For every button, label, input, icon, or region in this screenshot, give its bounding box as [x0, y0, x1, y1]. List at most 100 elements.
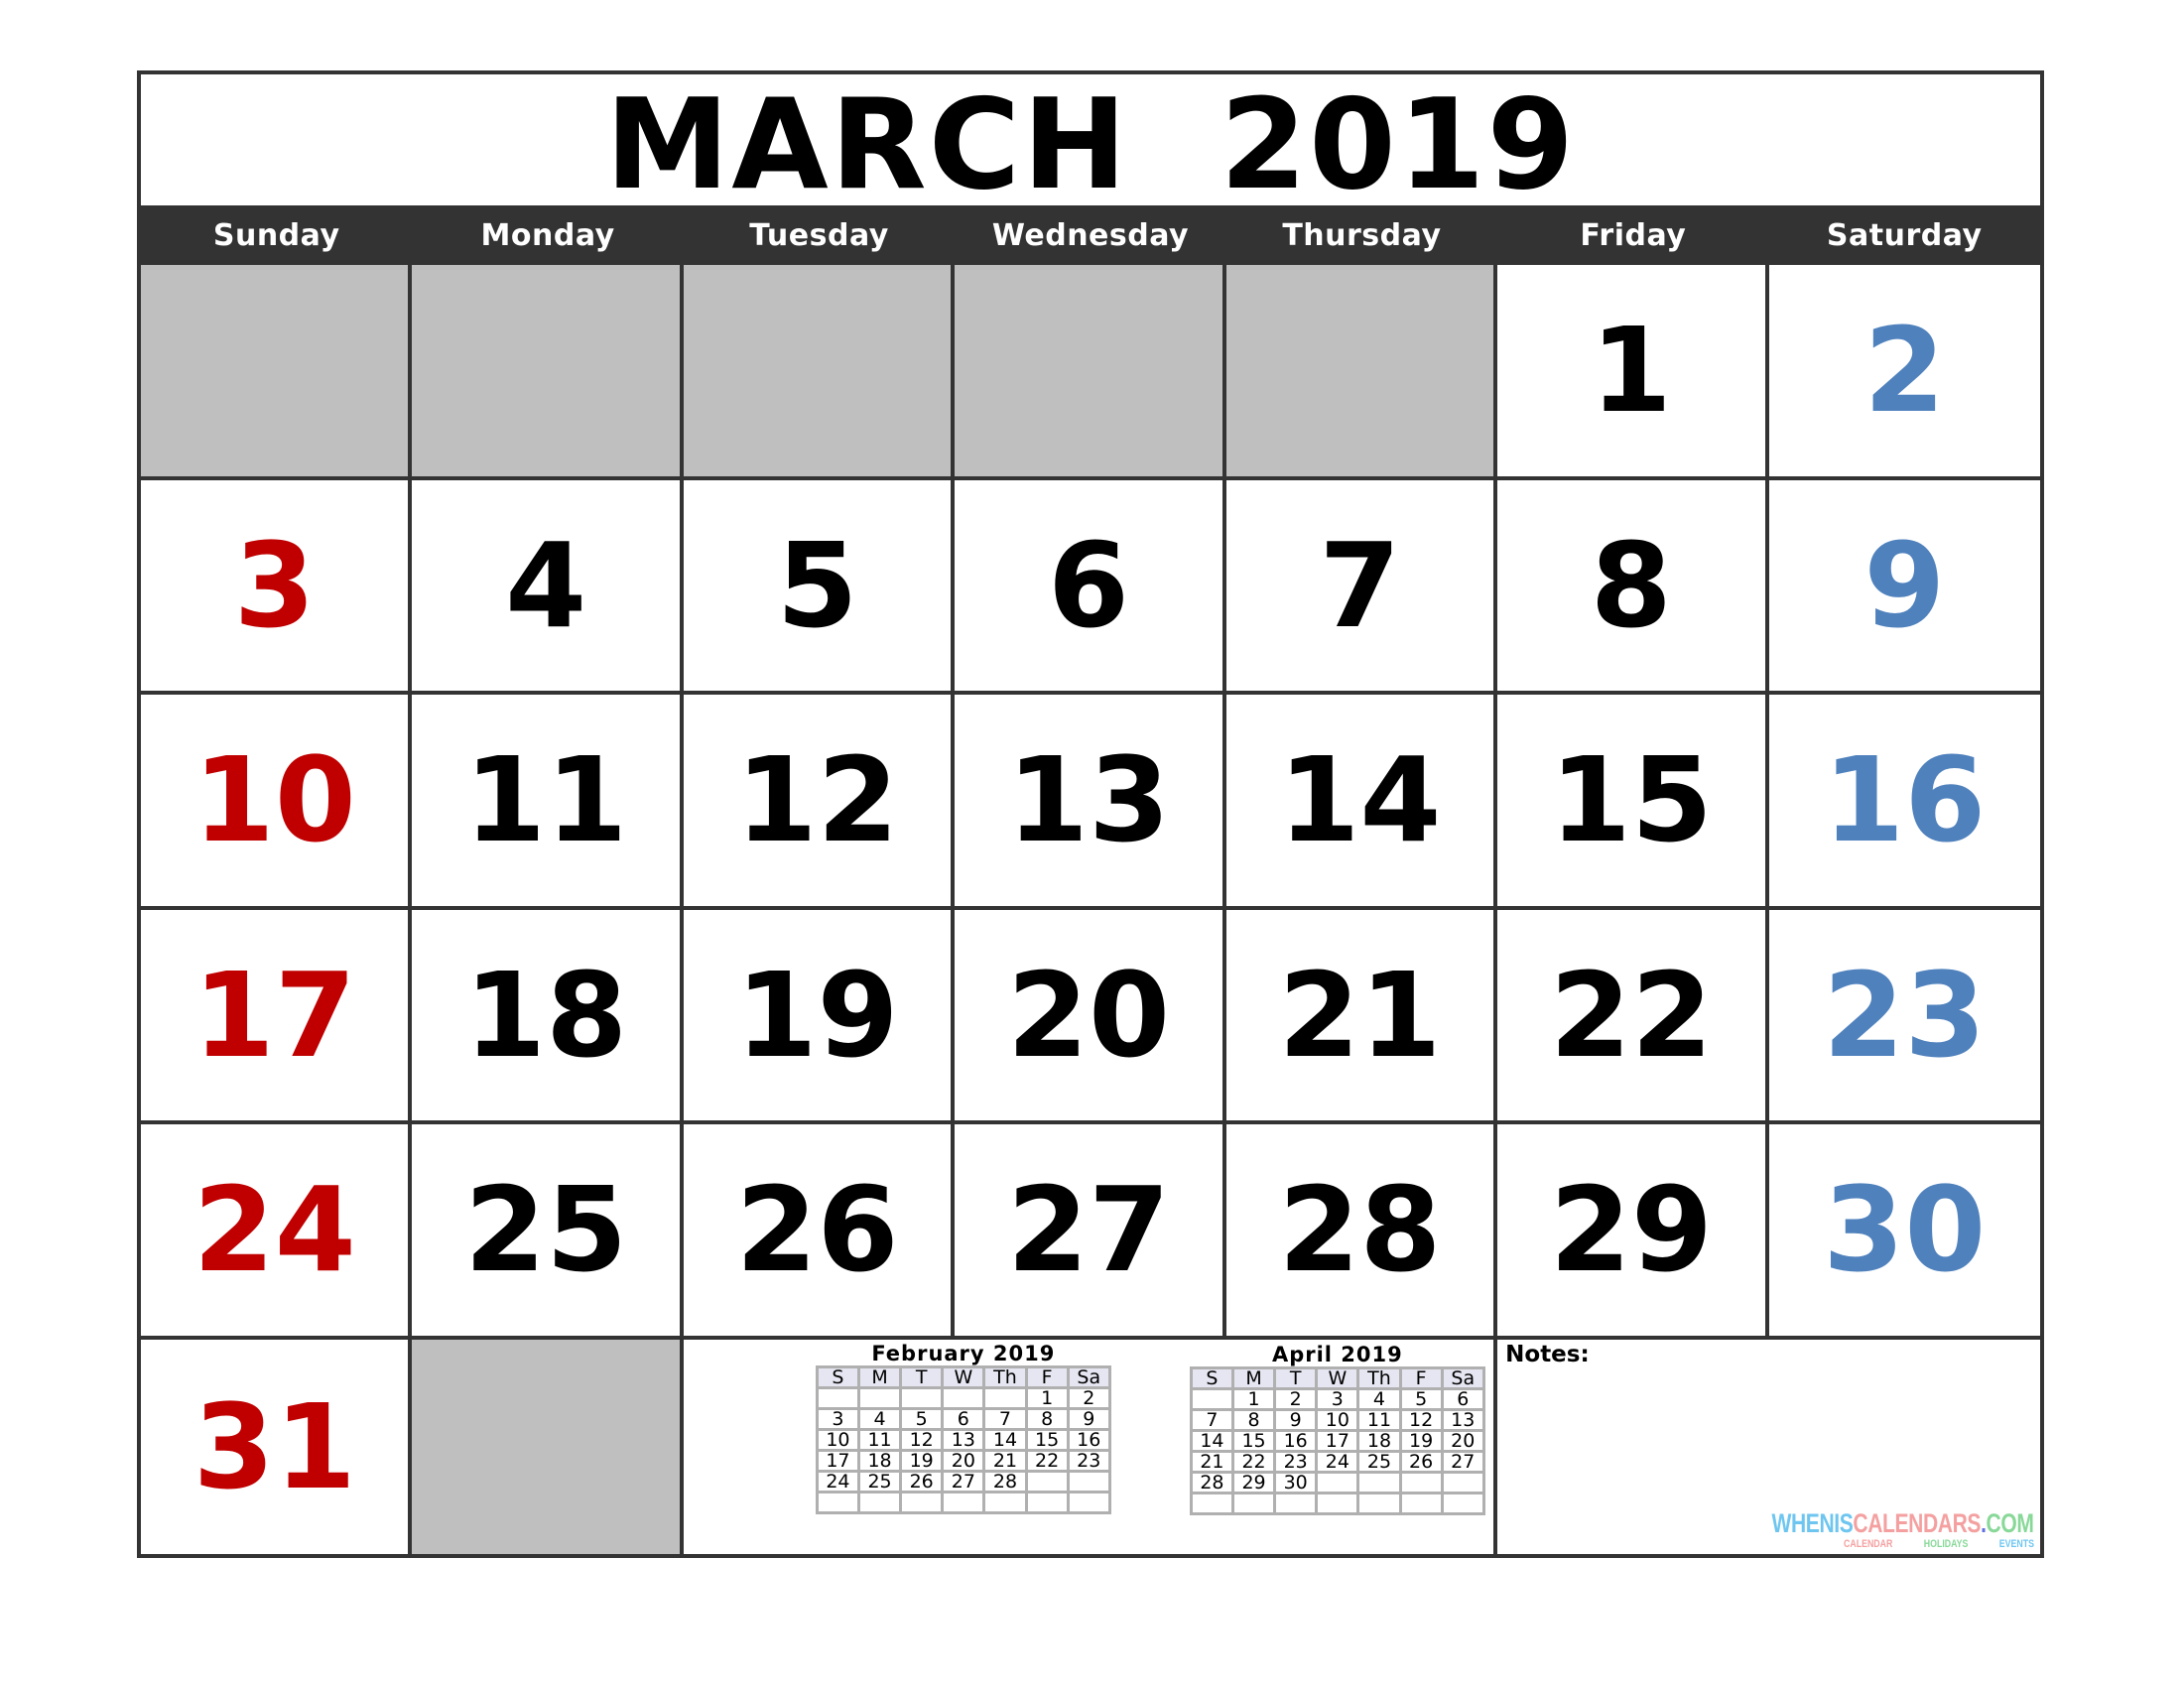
day-cell[interactable]: 1 — [1497, 265, 1769, 480]
mini-day: 3 — [1315, 1386, 1360, 1411]
day-number: 15 — [1549, 731, 1713, 869]
mini-day: 11 — [1356, 1407, 1402, 1432]
mini-day: 1 — [1024, 1385, 1070, 1410]
mini-empty-cell — [899, 1385, 945, 1410]
day-cell[interactable]: 7 — [1225, 479, 1498, 695]
mini-day: 17 — [1315, 1428, 1360, 1453]
day-number: 11 — [464, 731, 628, 869]
day-cell[interactable]: 12 — [683, 695, 956, 910]
mini-weekday: F — [1398, 1365, 1444, 1390]
day-number: 18 — [464, 946, 628, 1084]
mini-day: 28 — [1189, 1470, 1234, 1494]
day-cell[interactable]: 10 — [141, 695, 413, 910]
mini-day: 24 — [1315, 1449, 1360, 1474]
day-cell[interactable]: 22 — [1497, 909, 1769, 1124]
mini-day: 14 — [1189, 1428, 1234, 1453]
day-cell[interactable]: 15 — [1497, 695, 1769, 910]
mini-weekday: W — [1315, 1365, 1360, 1390]
day-cell[interactable]: 19 — [683, 909, 956, 1124]
mini-day: 11 — [856, 1427, 903, 1452]
mini-empty-cell — [1440, 1491, 1485, 1515]
day-cell[interactable]: 8 — [1497, 479, 1769, 695]
day-cell[interactable]: 21 — [1225, 909, 1498, 1124]
mini-day: 30 — [1273, 1470, 1319, 1494]
mini-empty-cell — [1398, 1470, 1444, 1494]
mini-empty-cell — [1273, 1491, 1319, 1515]
day-cell[interactable]: 13 — [955, 695, 1226, 910]
mini-day: 18 — [856, 1448, 903, 1473]
weekday-monday: Monday — [480, 217, 615, 253]
day-cell[interactable]: 6 — [955, 479, 1226, 695]
day-cell[interactable]: 2 — [1768, 265, 2040, 480]
mini-empty-cell — [1230, 1491, 1277, 1515]
mini-day: 12 — [1398, 1407, 1444, 1432]
site-logo: WHENISCALENDARS.COM CALENDAR HOLIDAYS EVENT… — [1698, 1510, 2034, 1550]
day-cell[interactable]: 30 — [1768, 1124, 2040, 1340]
logo-tagline-part: EVENTS — [1998, 1538, 2034, 1550]
day-cell[interactable]: 25 — [412, 1124, 684, 1340]
mini-empty-cell — [815, 1385, 860, 1410]
mini-calendar-february: February 2019 S M T W Th F Sa 1 2 3 4 5 6 7 8 9 10 11 12 13 1… — [815, 1342, 1111, 1514]
mini-day: 2 — [1066, 1385, 1111, 1410]
day-number: 10 — [193, 731, 356, 869]
day-number: 1 — [1590, 302, 1672, 440]
mini-weekday: Sa — [1440, 1365, 1485, 1390]
mini-day: 15 — [1024, 1427, 1070, 1452]
day-number: 12 — [735, 731, 899, 869]
day-number: 19 — [735, 946, 899, 1084]
weekday-friday: Friday — [1580, 217, 1687, 253]
logo-text-part: CALENDARS — [1853, 1508, 1982, 1538]
weekday-header: Sunday Monday Tuesday Wednesday Thursday Frid… — [141, 205, 2040, 265]
day-cell[interactable]: 14 — [1225, 695, 1498, 910]
empty-day-cell — [683, 265, 956, 480]
day-cell[interactable]: 29 — [1497, 1124, 1769, 1340]
day-cell[interactable]: 27 — [955, 1124, 1226, 1340]
day-cell[interactable]: 24 — [141, 1124, 413, 1340]
day-cell[interactable]: 11 — [412, 695, 684, 910]
mini-day: 8 — [1024, 1406, 1070, 1431]
day-cell[interactable]: 31 — [141, 1339, 413, 1554]
mini-day: 21 — [982, 1448, 1028, 1473]
mini-day: 9 — [1273, 1407, 1319, 1432]
month-title: MARCH 2019 — [604, 71, 1577, 217]
day-number: 24 — [193, 1161, 356, 1299]
mini-weekday: Th — [1356, 1365, 1402, 1390]
mini-weekday: F — [1024, 1364, 1070, 1389]
mini-day: 26 — [899, 1469, 945, 1493]
mini-empty-cell — [856, 1385, 903, 1410]
day-number: 5 — [776, 516, 858, 654]
day-cell[interactable]: 5 — [683, 479, 956, 695]
day-cell[interactable]: 9 — [1768, 480, 2040, 695]
mini-empty-cell — [1189, 1386, 1234, 1411]
day-number: 17 — [193, 946, 356, 1084]
notes-area[interactable]: Notes: WHENISCALENDARS.COM CALENDAR HOLIDAY… — [1497, 1340, 2040, 1555]
mini-day: 29 — [1230, 1470, 1277, 1494]
day-number: 23 — [1823, 946, 1987, 1084]
mini-calendars: February 2019 S M T W Th F Sa 1 2 3 4 5 6 7 8 9 10 11 12 13 1… — [684, 1339, 1498, 1554]
day-cell[interactable]: 26 — [683, 1124, 956, 1340]
empty-day-cell — [412, 265, 684, 480]
mini-day: 10 — [1315, 1407, 1360, 1432]
mini-day: 7 — [1189, 1407, 1234, 1432]
day-cell[interactable]: 17 — [141, 909, 413, 1124]
day-number: 13 — [1006, 731, 1171, 869]
mini-day: 25 — [856, 1469, 903, 1493]
mini-day: 2 — [1273, 1386, 1319, 1411]
mini-day: 28 — [982, 1469, 1028, 1493]
mini-day: 16 — [1066, 1427, 1111, 1452]
day-cell[interactable]: 4 — [412, 479, 684, 695]
day-cell[interactable]: 28 — [1225, 1124, 1498, 1340]
mini-day: 20 — [941, 1448, 986, 1473]
mini-day: 14 — [982, 1427, 1028, 1452]
day-number: 3 — [233, 516, 316, 654]
day-cell[interactable]: 3 — [141, 479, 413, 695]
day-cell[interactable]: 20 — [955, 909, 1226, 1124]
mini-empty-cell — [1066, 1490, 1111, 1514]
day-cell[interactable]: 23 — [1768, 910, 2040, 1124]
day-number: 29 — [1549, 1161, 1713, 1299]
mini-day: 6 — [941, 1406, 986, 1431]
mini-empty-cell — [1189, 1491, 1234, 1515]
weekday-wednesday: Wednesday — [991, 217, 1190, 253]
day-cell[interactable]: 16 — [1768, 695, 2040, 910]
day-cell[interactable]: 18 — [412, 909, 684, 1124]
